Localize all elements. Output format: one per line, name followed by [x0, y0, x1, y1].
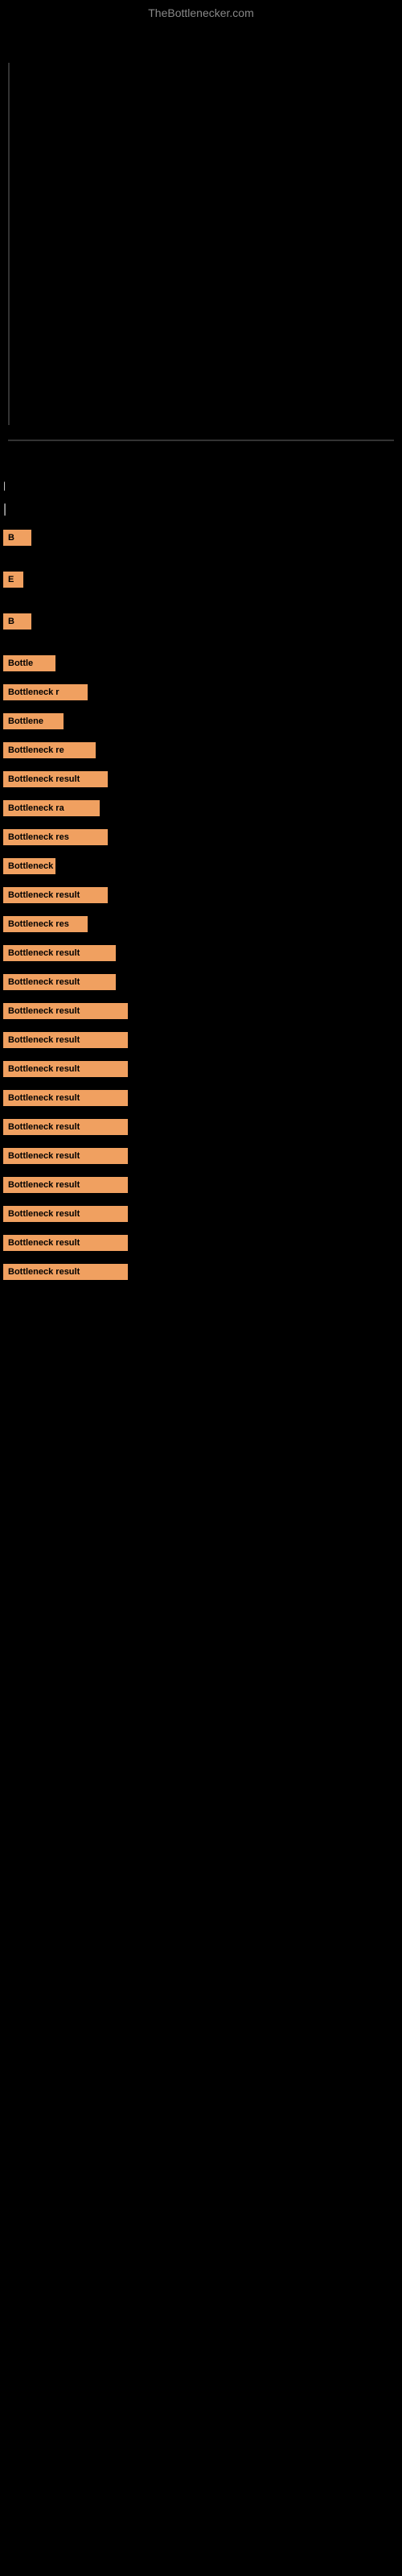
gap-16	[0, 1021, 402, 1032]
bottleneck-item-8: Bottleneck result	[0, 771, 402, 787]
bottleneck-item-6: Bottlene	[0, 713, 402, 729]
site-title: TheBottlenecker.com	[0, 0, 402, 23]
indicator-label-2: |	[3, 502, 6, 517]
bottleneck-item-19: Bottleneck result	[0, 1090, 402, 1106]
gap-15	[0, 992, 402, 1003]
chart-y-axis	[8, 63, 10, 425]
bottleneck-section: B E B Bottle Bottleneck r Bottlene Bottleneck …	[0, 530, 402, 1293]
indicator-section-1: |	[0, 473, 402, 497]
bottleneck-item-22: Bottleneck result	[0, 1177, 402, 1193]
gap-4	[0, 673, 402, 684]
indicator-label-1: |	[3, 480, 6, 491]
bottleneck-bar-15: Bottleneck result	[3, 974, 116, 990]
bottleneck-item-7: Bottleneck re	[0, 742, 402, 758]
chart-x-axis	[8, 440, 394, 441]
bottleneck-item-15: Bottleneck result	[0, 974, 402, 990]
gap-1	[0, 547, 402, 572]
bottleneck-bar-13: Bottleneck res	[3, 916, 88, 932]
chart-area	[0, 23, 402, 473]
bottleneck-bar-24: Bottleneck result	[3, 1235, 128, 1251]
bottleneck-item-9: Bottleneck ra	[0, 800, 402, 816]
gap-21	[0, 1166, 402, 1177]
bottleneck-item-21: Bottleneck result	[0, 1148, 402, 1164]
bottleneck-item-20: Bottleneck result	[0, 1119, 402, 1135]
bottleneck-item-13: Bottleneck res	[0, 916, 402, 932]
bottleneck-bar-11: Bottleneck	[3, 858, 55, 874]
indicator-section-2: |	[0, 497, 402, 522]
bottleneck-bar-14: Bottleneck result	[3, 945, 116, 961]
gap-3	[0, 631, 402, 655]
bottleneck-bar-23: Bottleneck result	[3, 1206, 128, 1222]
bottleneck-bar-12: Bottleneck result	[3, 887, 108, 903]
gap-17	[0, 1050, 402, 1061]
bottleneck-item-18: Bottleneck result	[0, 1061, 402, 1077]
bottleneck-item-16: Bottleneck result	[0, 1003, 402, 1019]
gap-24	[0, 1253, 402, 1264]
bottleneck-bar-17: Bottleneck result	[3, 1032, 128, 1048]
bottleneck-item-12: Bottleneck result	[0, 887, 402, 903]
bottleneck-bar-3: B	[3, 613, 31, 630]
bottleneck-item-23: Bottleneck result	[0, 1206, 402, 1222]
gap-11	[0, 876, 402, 887]
bottleneck-item-25: Bottleneck result	[0, 1264, 402, 1280]
gap-13	[0, 934, 402, 945]
bottleneck-bar-4: Bottle	[3, 655, 55, 671]
bottleneck-bar-10: Bottleneck res	[3, 829, 108, 845]
bottleneck-bar-21: Bottleneck result	[3, 1148, 128, 1164]
bottleneck-bar-9: Bottleneck ra	[3, 800, 100, 816]
gap-19	[0, 1108, 402, 1119]
bottleneck-bar-16: Bottleneck result	[3, 1003, 128, 1019]
gap-22	[0, 1195, 402, 1206]
bottleneck-bar-8: Bottleneck result	[3, 771, 108, 787]
bottleneck-item-1: B	[0, 530, 402, 546]
bottleneck-item-5: Bottleneck r	[0, 684, 402, 700]
bottleneck-bar-1: B	[3, 530, 31, 546]
bottleneck-bar-18: Bottleneck result	[3, 1061, 128, 1077]
gap-10	[0, 847, 402, 858]
gap-5	[0, 702, 402, 713]
gap-25	[0, 1282, 402, 1293]
gap-20	[0, 1137, 402, 1148]
bottleneck-bar-19: Bottleneck result	[3, 1090, 128, 1106]
bottleneck-bar-2: E	[3, 572, 23, 588]
gap-2	[0, 589, 402, 613]
bottleneck-bar-6: Bottlene	[3, 713, 64, 729]
bottleneck-item-11: Bottleneck	[0, 858, 402, 874]
bottleneck-item-2: E	[0, 572, 402, 588]
bottleneck-bar-20: Bottleneck result	[3, 1119, 128, 1135]
gap-8	[0, 789, 402, 800]
bottleneck-item-10: Bottleneck res	[0, 829, 402, 845]
gap-23	[0, 1224, 402, 1235]
gap-18	[0, 1079, 402, 1090]
bottleneck-bar-7: Bottleneck re	[3, 742, 96, 758]
bottleneck-item-17: Bottleneck result	[0, 1032, 402, 1048]
bottleneck-bar-22: Bottleneck result	[3, 1177, 128, 1193]
bottleneck-bar-5: Bottleneck r	[3, 684, 88, 700]
gap-6	[0, 731, 402, 742]
bottleneck-item-4: Bottle	[0, 655, 402, 671]
gap-14	[0, 963, 402, 974]
gap-9	[0, 818, 402, 829]
gap-7	[0, 760, 402, 771]
gap-12	[0, 905, 402, 916]
bottleneck-item-24: Bottleneck result	[0, 1235, 402, 1251]
bottleneck-bar-25: Bottleneck result	[3, 1264, 128, 1280]
bottleneck-item-14: Bottleneck result	[0, 945, 402, 961]
bottleneck-item-3: B	[0, 613, 402, 630]
